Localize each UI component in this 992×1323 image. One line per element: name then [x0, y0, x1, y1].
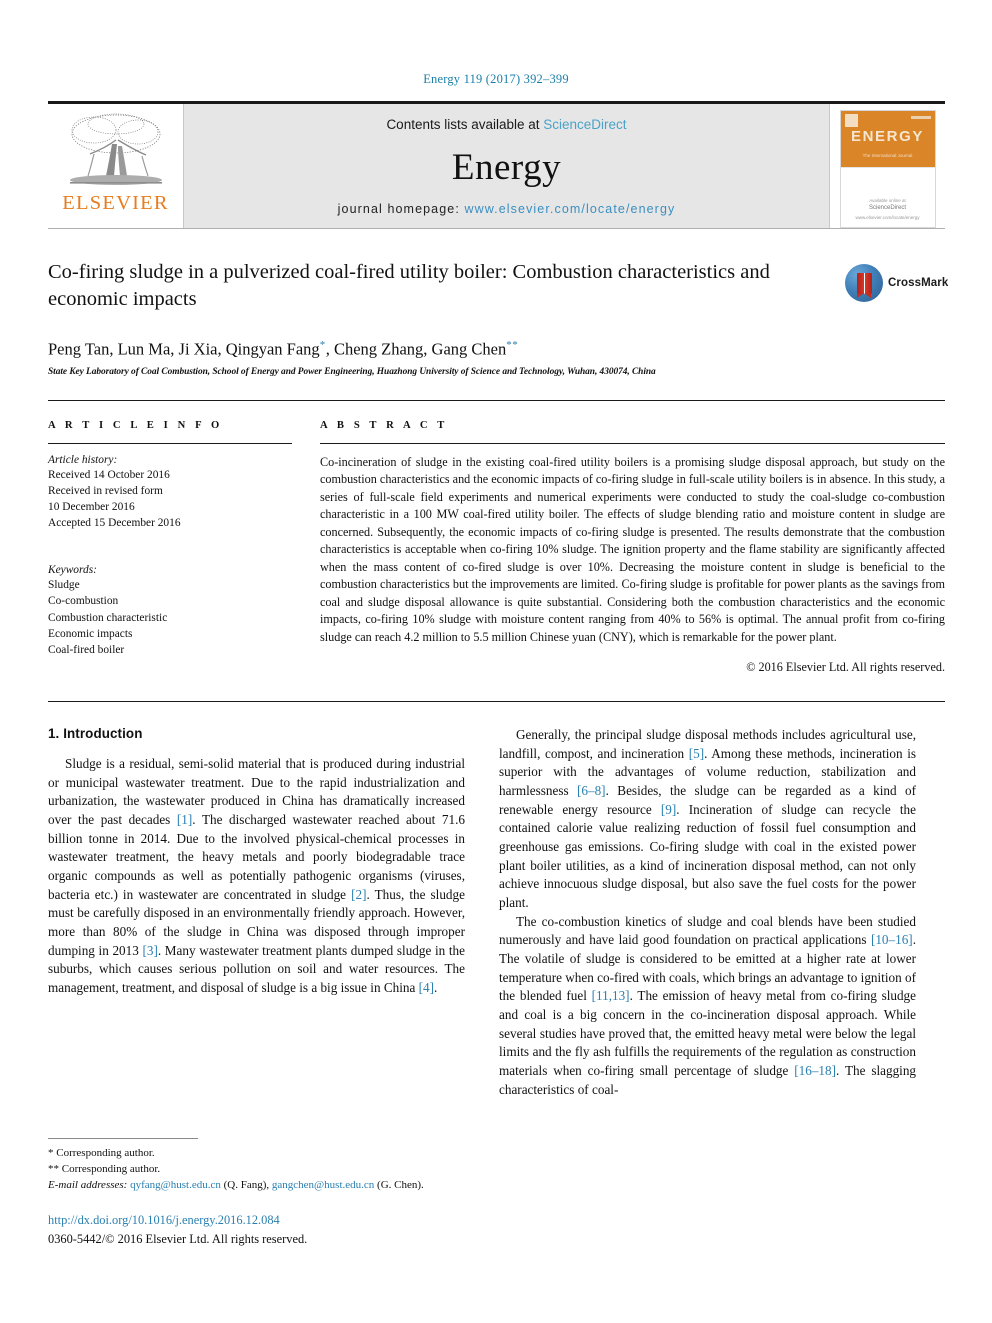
journal-homepage-line: journal homepage: www.elsevier.com/locat… — [338, 202, 676, 216]
cover-body: Available online at ScienceDirect www.el… — [840, 167, 935, 227]
journal-masthead: ELSEVIER Contents lists available at Sci… — [48, 101, 945, 229]
masthead-center: Contents lists available at ScienceDirec… — [184, 104, 829, 228]
footnote-text-2: Corresponding author. — [61, 1162, 161, 1175]
page-title: Co-firing sludge in a pulverized coal-fi… — [48, 261, 770, 310]
doi-link[interactable]: http://dx.doi.org/10.1016/j.energy.2016.… — [48, 1211, 548, 1230]
email-link-2[interactable]: gangchen@hust.edu.cn — [272, 1179, 374, 1191]
email-link-1[interactable]: qyfang@hust.edu.cn — [130, 1179, 221, 1191]
keywords-label: Keywords: — [48, 564, 97, 577]
sciencedirect-link[interactable]: ScienceDirect — [543, 117, 626, 132]
abstract-text: Co-incineration of sludge in the existin… — [320, 454, 946, 644]
history-line-1: Received in revised form — [48, 484, 163, 497]
info-abstract-row: A R T I C L E I N F O Article history: R… — [48, 401, 945, 676]
footnote-corresponding-1: * Corresponding author. — [48, 1146, 465, 1162]
citation-link[interactable]: [9] — [661, 802, 676, 817]
crossmark-icon — [845, 264, 883, 302]
author-list: Peng Tan, Lun Ma, Ji Xia, Qingyan Fang*,… — [48, 339, 944, 360]
footnote-emails: E-mail addresses: qyfang@hust.edu.cn (Q.… — [48, 1178, 424, 1191]
keyword-3: Economic impacts — [48, 627, 133, 640]
doi-block: http://dx.doi.org/10.1016/j.energy.2016.… — [48, 1211, 548, 1248]
cover-footer-line2: ScienceDirect — [868, 205, 906, 212]
cover-issue-line — [910, 116, 931, 119]
keyword-4: Coal-fired boiler — [48, 644, 125, 656]
citation-link[interactable]: [10–16] — [871, 932, 913, 947]
cover-footer: Available online at ScienceDirect www.el… — [841, 197, 935, 221]
email-owner-2: (G. Chen). — [377, 1178, 424, 1191]
citation-link[interactable]: [4] — [419, 980, 434, 995]
keyword-0: Sludge — [48, 579, 80, 592]
citation-link[interactable]: [11,13] — [592, 988, 630, 1003]
body-columns: 1. Introduction Sludge is a residual, se… — [48, 726, 945, 1099]
publisher-logo: ELSEVIER — [48, 104, 184, 228]
cover-publisher-mark-icon — [844, 114, 858, 127]
citation-link[interactable]: [2] — [351, 887, 366, 902]
keyword-1: Co-combustion — [48, 595, 119, 608]
abstract-rule — [320, 442, 945, 444]
journal-cover-thumbnail: ENERGY The International Journal Availab… — [829, 104, 945, 228]
abstract-heading: A B S T R A C T — [320, 419, 448, 431]
cover-footer-line3: www.elsevier.com/locate/energy — [855, 214, 920, 220]
contents-prefix: Contents lists available at — [386, 117, 544, 132]
history-line-0: Received 14 October 2016 — [48, 468, 170, 481]
abstract-column: A B S T R A C T Co-incineration of sludg… — [320, 420, 945, 676]
author-names-1: Peng Tan, Lun Ma, Ji Xia, Qingyan Fang — [48, 339, 320, 359]
email-label: E-mail addresses: — [48, 1178, 128, 1191]
footnote-doublestar-icon: ** — [48, 1162, 59, 1175]
keywords-block: Keywords: Sludge Co-combustion Combustio… — [48, 564, 292, 658]
abstract-bottom-rule — [48, 701, 945, 702]
citation-link[interactable]: [3] — [142, 943, 157, 958]
contents-available-line: Contents lists available at ScienceDirec… — [386, 117, 626, 132]
footnotes-block: * Corresponding author. ** Corresponding… — [48, 1138, 465, 1194]
affiliation: State Key Laboratory of Coal Combustion,… — [48, 366, 656, 377]
article-history-label: Article history: — [48, 453, 118, 466]
body-paragraph: The co-combustion kinetics of sludge and… — [499, 913, 917, 1097]
crossmark-book-icon — [856, 272, 872, 298]
citation-link[interactable]: [5] — [689, 746, 704, 761]
crossmark-label: CrossMark — [888, 277, 949, 289]
homepage-url-link[interactable]: www.elsevier.com/locate/energy — [464, 202, 675, 216]
issn-copyright: 0360-5442/© 2016 Elsevier Ltd. All right… — [48, 1231, 308, 1246]
cover-journal-subtitle: The International Journal — [862, 153, 913, 158]
title-block: Co-firing sludge in a pulverized coal-fi… — [48, 259, 949, 323]
footnote-corresponding-2: ** Corresponding author. — [48, 1162, 465, 1178]
abstract-copyright: © 2016 Elsevier Ltd. All rights reserved… — [746, 660, 945, 674]
history-line-2: 10 December 2016 — [48, 500, 135, 513]
cover-footer-line1: Available online at — [869, 198, 906, 204]
article-info-column: A R T I C L E I N F O Article history: R… — [48, 420, 292, 676]
footnote-rule — [48, 1138, 198, 1139]
footnote-text-1: Corresponding author. — [56, 1147, 155, 1159]
cover-journal-title: ENERGY — [851, 128, 924, 145]
author-names-2: , Cheng Zhang, Gang Chen — [325, 339, 507, 359]
body-column-left: 1. Introduction Sludge is a residual, se… — [48, 726, 465, 1099]
citation-link[interactable]: [6–8] — [577, 783, 606, 798]
article-info-rule — [48, 442, 292, 444]
cover-header-band: ENERGY The International Journal — [840, 111, 935, 167]
body-column-right: Generally, the principal sludge disposal… — [499, 726, 916, 1099]
elsevier-tree-icon — [69, 113, 162, 185]
body-paragraph: Generally, the principal sludge disposal… — [499, 727, 916, 911]
footnote-star-icon: * — [48, 1147, 54, 1159]
elsevier-wordmark: ELSEVIER — [62, 192, 169, 214]
cover-image: ENERGY The International Journal Availab… — [839, 110, 936, 228]
homepage-label: journal homepage: — [337, 202, 465, 216]
citation-link[interactable]: [16–18] — [794, 1063, 836, 1078]
citation-link[interactable]: [1] — [177, 812, 192, 827]
journal-reference: Energy 119 (2017) 392–399 — [423, 72, 569, 86]
journal-title: Energy — [451, 146, 562, 188]
section-title-introduction: 1. Introduction — [48, 726, 143, 741]
email-owner-1: (Q. Fang) — [223, 1178, 267, 1191]
history-line-3: Accepted 15 December 2016 — [48, 517, 181, 530]
paper-page: Energy 119 (2017) 392–399 ELSEVIER Conte… — [0, 0, 992, 1323]
keyword-2: Combustion characteristic — [48, 611, 168, 624]
body-paragraph: Sludge is a residual, semi-solid materia… — [48, 756, 465, 996]
crossmark-badge-group[interactable]: CrossMark — [845, 261, 949, 305]
article-info-heading: A R T I C L E I N F O — [48, 419, 223, 431]
corresponding-marker-2: ** — [506, 339, 519, 351]
